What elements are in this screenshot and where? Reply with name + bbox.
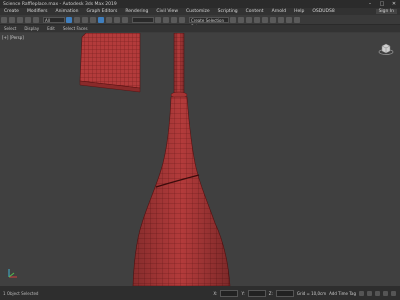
add-time-tag-button[interactable]: Add Time Tag xyxy=(329,291,356,296)
z-coordinate-field[interactable] xyxy=(275,289,294,297)
menu-rendering[interactable]: Rendering xyxy=(121,9,152,14)
undo-icon[interactable] xyxy=(1,16,7,23)
render-icon[interactable] xyxy=(294,16,300,23)
ribbon-tab-edit[interactable]: Edit xyxy=(43,26,59,31)
select-by-name-icon[interactable] xyxy=(74,16,80,23)
title-bar: Science Raffleplace.max - Autodesk 3ds M… xyxy=(0,0,400,8)
close-button[interactable]: ✕ xyxy=(388,1,400,7)
mirror-icon[interactable] xyxy=(230,16,236,23)
orbit-icon[interactable] xyxy=(391,290,396,296)
menu-customize[interactable]: Customize xyxy=(182,9,214,14)
curve-editor-icon[interactable] xyxy=(254,16,260,23)
z-label: Z: xyxy=(268,290,273,296)
rotate-icon[interactable] xyxy=(106,16,112,23)
menu-scripting[interactable]: Scripting xyxy=(214,9,242,14)
unlink-icon[interactable] xyxy=(25,16,31,23)
scene-canvas[interactable] xyxy=(0,33,400,286)
ribbon: Select Display Edit Select Faces xyxy=(0,25,400,32)
status-bar: 1 Object Selected X: Y: Z: Grid = 10,0cm… xyxy=(0,286,400,300)
link-icon[interactable] xyxy=(17,16,23,23)
named-selection-set-dropdown[interactable]: Create Selection Set xyxy=(189,16,229,29)
menu-create[interactable]: Create xyxy=(0,9,23,14)
layer-explorer-icon[interactable] xyxy=(246,16,252,23)
viewcube[interactable] xyxy=(378,43,394,55)
menu-graph-editors[interactable]: Graph Editors xyxy=(82,9,121,14)
window-controls: – □ ✕ xyxy=(364,1,400,7)
menu-workspace[interactable]: OSDUDS8 xyxy=(308,9,338,14)
menu-modifiers[interactable]: Modifiers xyxy=(23,9,52,14)
perspective-viewport[interactable]: [+] [Persp] xyxy=(0,33,400,286)
x-coordinate-field[interactable] xyxy=(220,289,239,297)
scale-icon[interactable] xyxy=(114,16,120,23)
reference-coordinate-dropdown[interactable] xyxy=(132,16,154,23)
render-frame-icon[interactable] xyxy=(286,16,292,23)
go-to-end-icon[interactable] xyxy=(375,290,380,296)
menu-content[interactable]: Content xyxy=(242,9,268,14)
selection-filter-dropdown[interactable]: All xyxy=(43,16,65,23)
bind-space-warp-icon[interactable] xyxy=(33,16,39,23)
main-toolbar: All Create Selection Set xyxy=(0,15,400,29)
window-title: Science Raffleplace.max - Autodesk 3ds M… xyxy=(3,1,117,7)
ribbon-tab-display[interactable]: Display xyxy=(20,26,43,31)
snap-icon[interactable] xyxy=(163,16,169,23)
flag-mesh[interactable] xyxy=(79,33,141,93)
y-label: Y: xyxy=(241,290,245,296)
play-icon[interactable] xyxy=(367,290,372,296)
material-editor-icon[interactable] xyxy=(270,16,276,23)
place-icon[interactable] xyxy=(122,16,128,23)
menu-bar: Create Modifiers Animation Graph Editors… xyxy=(0,8,400,15)
y-coordinate-field[interactable] xyxy=(247,289,266,297)
menu-arnold[interactable]: Arnold xyxy=(268,9,291,14)
sign-in-button[interactable]: Sign In xyxy=(375,9,397,14)
rectangular-selection-icon[interactable] xyxy=(82,16,88,23)
minimize-button[interactable]: – xyxy=(364,1,376,7)
go-to-start-icon[interactable] xyxy=(359,290,364,296)
pivot-icon[interactable] xyxy=(155,16,161,23)
ribbon-tab-select[interactable]: Select xyxy=(0,26,20,31)
window-crossing-icon[interactable] xyxy=(90,16,96,23)
coordinate-display: X: Y: Z: Grid = 10,0cm Add Time Tag xyxy=(210,289,400,297)
menu-animation[interactable]: Animation xyxy=(52,9,83,14)
angle-snap-icon[interactable] xyxy=(171,16,177,23)
align-icon[interactable] xyxy=(238,16,244,23)
redo-icon[interactable] xyxy=(9,16,15,23)
bottle-mesh[interactable] xyxy=(132,33,231,286)
ribbon-tab-select-faces[interactable]: Select Faces xyxy=(59,26,92,31)
schematic-view-icon[interactable] xyxy=(262,16,268,23)
maximize-button[interactable]: □ xyxy=(376,1,388,7)
select-object-icon[interactable] xyxy=(66,16,72,23)
move-icon[interactable] xyxy=(98,16,104,23)
x-label: X: xyxy=(213,290,218,296)
menu-civil-view[interactable]: Civil View xyxy=(152,9,182,14)
menu-help[interactable]: Help xyxy=(290,9,308,14)
grid-readout: Grid = 10,0cm xyxy=(296,290,327,296)
percent-snap-icon[interactable] xyxy=(179,16,185,23)
zoom-extents-icon[interactable] xyxy=(383,290,388,296)
selection-status: 1 Object Selected xyxy=(3,290,39,296)
render-setup-icon[interactable] xyxy=(278,16,284,23)
axis-tripod-icon xyxy=(6,266,20,280)
